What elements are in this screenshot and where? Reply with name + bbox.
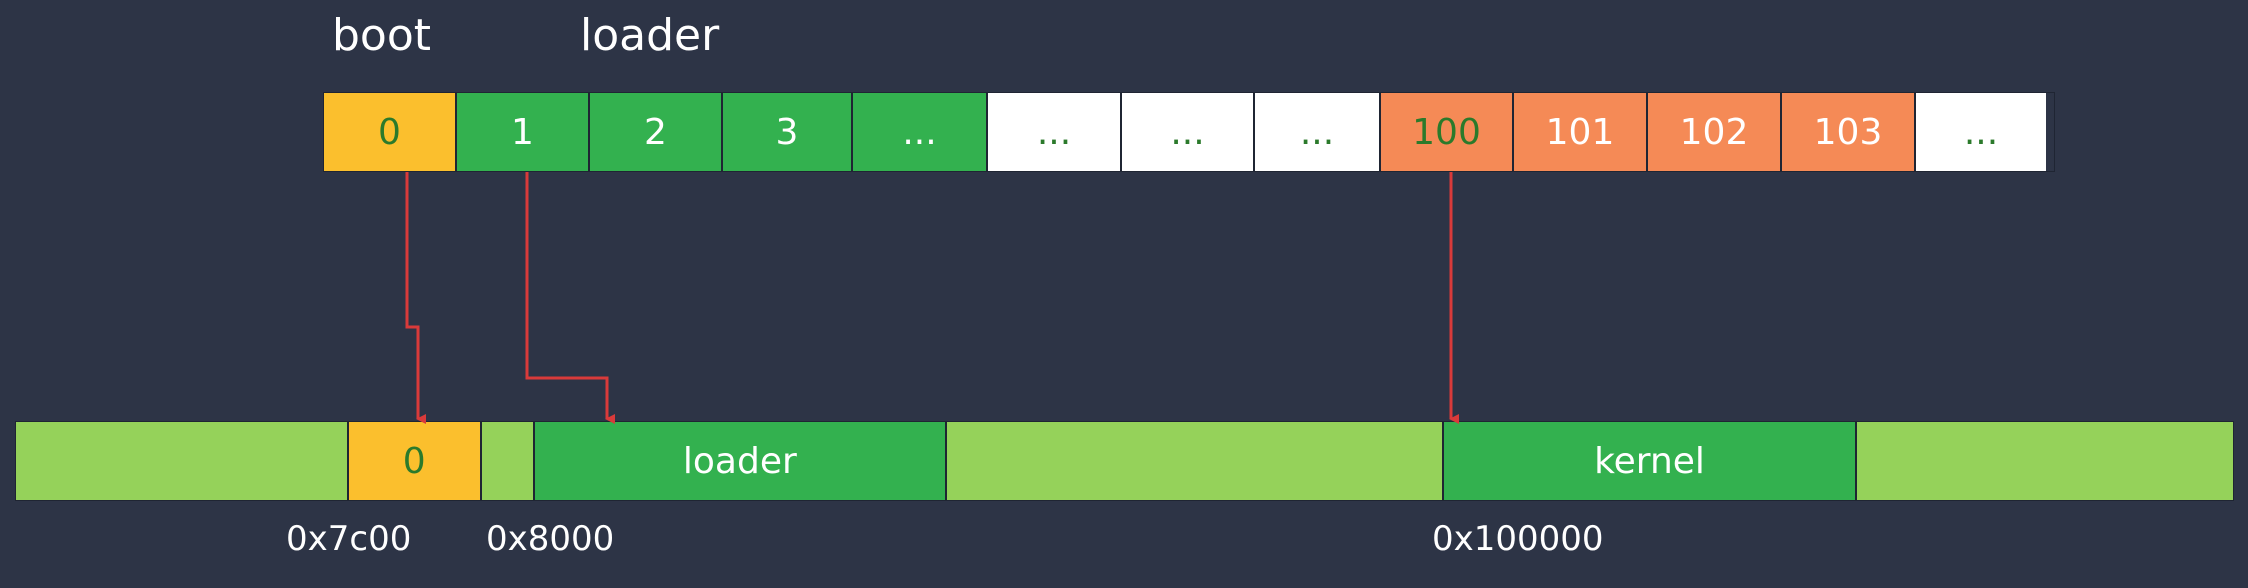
memory-region-2: [481, 422, 535, 500]
disk-sector-4: ...: [853, 93, 988, 171]
memory-region-4: [947, 422, 1444, 500]
disk-sector-9: 101: [1514, 93, 1648, 171]
disk-sector-8: 100: [1381, 93, 1514, 171]
disk-sector-5: ...: [988, 93, 1122, 171]
memory-region-5: kernel: [1443, 422, 1858, 500]
disk-sector-row: 0 1 2 3............ 100 101 102 103...: [323, 92, 2055, 172]
arrow-loader-to-memory: [525, 172, 615, 424]
disk-sector-12: ...: [1916, 93, 2046, 171]
address-label-0x100000: 0x100000: [1432, 519, 1604, 559]
label-boot: boot: [332, 10, 432, 61]
disk-sector-0: 0: [324, 93, 457, 171]
arrow-boot-to-memory: [405, 172, 426, 424]
disk-sector-6: ...: [1122, 93, 1255, 171]
address-label-0x7c00: 0x7c00: [286, 519, 412, 559]
disk-sector-1: 1: [457, 93, 590, 171]
memory-layout-bar: 0 loader kernel: [15, 421, 2234, 501]
disk-sector-7: ...: [1255, 93, 1381, 171]
disk-sector-2: 2: [590, 93, 723, 171]
memory-region-1: 0: [348, 422, 482, 500]
disk-sector-3: 3: [723, 93, 853, 171]
memory-region-3: loader: [534, 422, 948, 500]
address-label-0x8000: 0x8000: [486, 519, 615, 559]
disk-sector-11: 103: [1782, 93, 1916, 171]
memory-region-6: [1857, 422, 2233, 500]
disk-sector-10: 102: [1648, 93, 1782, 171]
label-loader: loader: [580, 10, 720, 61]
memory-region-0: [16, 422, 349, 500]
